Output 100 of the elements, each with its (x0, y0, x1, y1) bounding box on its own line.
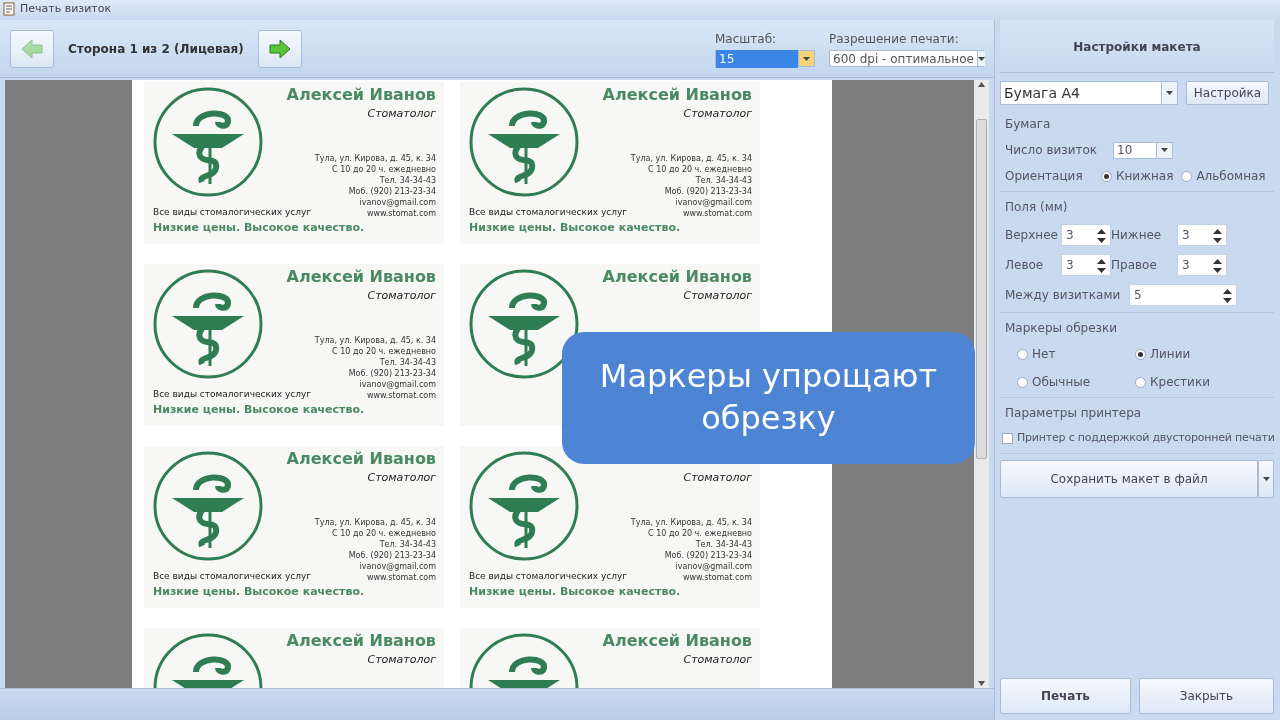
arrow-next-icon (267, 38, 292, 59)
field-label: Верхнее (1005, 227, 1059, 244)
spinner-arrows-icon[interactable] (1213, 258, 1222, 273)
arrow-previous-icon (20, 38, 44, 59)
setup-button[interactable]: Настройка (1186, 81, 1269, 105)
contact-line: Тел. 34-34-43 (695, 174, 752, 186)
radio-label[interactable]: Нет (1032, 345, 1056, 363)
card-name: Алексей Иванов (602, 86, 752, 104)
group-title: Поля (мм) (1005, 199, 1069, 216)
card-title: Стоматолог (367, 106, 436, 122)
radio-label[interactable]: Книжная (1116, 167, 1174, 185)
spinner-arrows-icon[interactable] (1213, 228, 1222, 243)
contact-line: ivanov@gmail.com (359, 378, 436, 390)
card-title: Стоматолог (367, 470, 436, 486)
caret-icon[interactable] (1262, 477, 1270, 481)
window-title: Печать визиток (20, 2, 112, 15)
card-name: Алексей Иванов (602, 632, 752, 650)
number-spinner[interactable]: 3 (1061, 254, 1111, 276)
spinner-arrows-icon[interactable] (1223, 288, 1232, 303)
field-label: Нижнее (1111, 227, 1163, 244)
resolution-dropdown[interactable]: 600 dpi - оптимальное (829, 50, 984, 67)
contact-line: С 10 до 20 ч. ежедневно (332, 345, 436, 357)
radio-label[interactable]: Линии (1150, 345, 1191, 363)
card-tagline: Все виды стомалогических услуг (469, 205, 628, 219)
zoom-label: Масштаб: (715, 31, 778, 48)
contact-line: Тел. 34-34-43 (379, 356, 436, 368)
contact-line: С 10 до 20 ч. ежедневно (332, 163, 436, 175)
zoom-dropdown[interactable]: 15 (715, 50, 815, 67)
field-label: Левое (1005, 257, 1045, 274)
dropdown-toggle-button[interactable] (1258, 459, 1274, 498)
count-dropdown[interactable]: 10 (1113, 141, 1174, 159)
next-button[interactable] (257, 29, 302, 68)
contact-line: Тула, ул. Кирова, д. 45, к. 34 (314, 334, 436, 346)
page-indicator: Сторона 1 из 2 (Лицевая) (68, 40, 244, 58)
card-title: Стоматолог (683, 288, 752, 304)
card-slogan: Низкие цены. Высокое качество. (153, 401, 365, 418)
save-layout-button[interactable]: Сохранить макет в файл (1000, 459, 1258, 498)
radio-button[interactable] (1135, 348, 1146, 360)
checkbox[interactable] (1002, 432, 1013, 444)
number-spinner[interactable]: 3 (1061, 224, 1111, 246)
scrollbar[interactable] (974, 80, 989, 688)
field-label: Правое (1111, 257, 1158, 274)
callout-banner: Маркеры упрощают обрезку (562, 332, 975, 464)
contact-line: ivanov@gmail.com (675, 196, 752, 208)
contact-line: www.stomat.com (682, 207, 752, 219)
card-name: Алексей Иванов (286, 632, 436, 650)
contact-line: Моб. (920) 213-23-34 (664, 185, 752, 197)
contact-line: Тел. 34-34-43 (379, 174, 436, 186)
field-label: Между визитками (1005, 287, 1122, 304)
contact-line: ivanov@gmail.com (675, 560, 752, 572)
spinner-arrows-icon[interactable] (1097, 258, 1106, 273)
card-name: Алексей Иванов (602, 268, 752, 286)
radio-button[interactable] (1181, 170, 1193, 182)
contact-line: Тула, ул. Кирова, д. 45, к. 34 (314, 152, 436, 164)
contact-line: www.stomat.com (366, 207, 436, 219)
checkbox-label[interactable]: Принтер с поддержкой двусторонней печати (1017, 430, 1275, 447)
paper-dropdown[interactable]: Бумага А4 (1000, 81, 1178, 105)
scroll-up-icon[interactable] (978, 82, 985, 87)
spinner-arrows-icon[interactable] (1097, 228, 1106, 243)
print-button[interactable]: Печать (1000, 678, 1131, 714)
radio-label[interactable]: Обычные (1032, 373, 1091, 391)
caret-icon[interactable] (977, 56, 985, 61)
card-slogan: Низкие цены. Высокое качество. (469, 583, 681, 600)
radio-button[interactable] (1135, 376, 1146, 388)
contact-line: ivanov@gmail.com (359, 560, 436, 572)
orientation-label: Ориентация (1005, 168, 1084, 185)
contact-line: С 10 до 20 ч. ежедневно (648, 527, 752, 539)
caret-icon[interactable] (1166, 91, 1173, 95)
number-spinner[interactable]: 5 (1129, 284, 1237, 306)
card-name: Алексей Иванов (286, 450, 436, 468)
count-label: Число визиток (1005, 142, 1098, 159)
radio-label[interactable]: Альбомная (1196, 167, 1266, 185)
number-spinner[interactable]: 3 (1177, 224, 1227, 246)
card-name: Алексей Иванов (286, 86, 436, 104)
radio-label[interactable]: Крестики (1150, 373, 1210, 391)
card-slogan: Низкие цены. Высокое качество. (153, 219, 365, 236)
caret-icon[interactable] (803, 56, 810, 61)
group-title: Параметры принтера (1005, 405, 1143, 422)
contact-line: www.stomat.com (366, 389, 436, 401)
scroll-down-icon[interactable] (978, 681, 985, 686)
radio-button[interactable] (1017, 348, 1028, 360)
card-tagline: Все виды стомалогических услуг (153, 387, 312, 401)
card-tagline: Все виды стомалогических услуг (469, 569, 628, 583)
contact-line: С 10 до 20 ч. ежедневно (648, 163, 752, 175)
close-button[interactable]: Закрыть (1138, 678, 1274, 714)
radio-button[interactable] (1017, 376, 1028, 388)
number-spinner[interactable]: 3 (1177, 254, 1227, 276)
caret-icon[interactable] (1161, 148, 1169, 152)
card-title: Стоматолог (367, 652, 436, 668)
resolution-label: Разрешение печати: (829, 31, 960, 48)
contact-line: www.stomat.com (366, 571, 436, 583)
group-title: Маркеры обрезки (1005, 320, 1119, 337)
panel-title: Настройки макета (1000, 20, 1274, 73)
scrollbar-thumb[interactable] (976, 119, 987, 459)
contact-line: Тула, ул. Кирова, д. 45, к. 34 (314, 516, 436, 528)
contact-line: Моб. (920) 213-23-34 (664, 549, 752, 561)
contact-line: Моб. (920) 213-23-34 (348, 185, 436, 197)
radio-button[interactable] (1101, 170, 1112, 182)
contact-line: Тел. 34-34-43 (695, 538, 752, 550)
card-slogan: Низкие цены. Высокое качество. (153, 583, 365, 600)
